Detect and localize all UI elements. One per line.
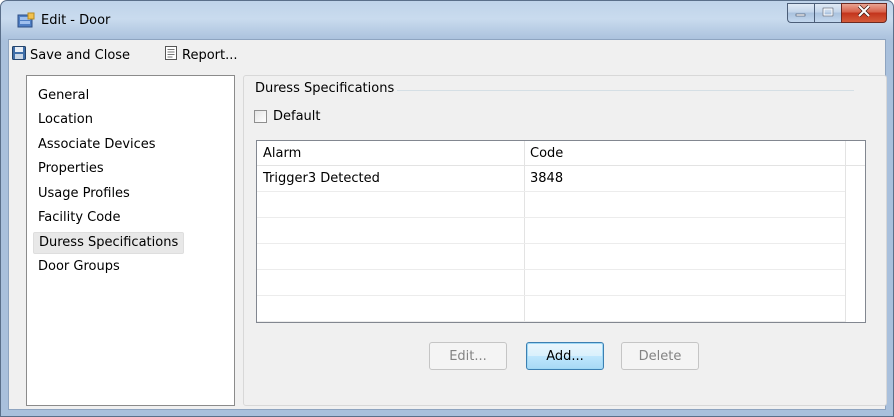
table-row-empty [257,270,845,296]
column-separator [845,141,846,322]
minimize-icon [795,6,807,21]
nav-item-duress-specifications[interactable]: Duress Specifications [33,232,185,254]
alarm-code-grid[interactable]: Alarm Code Trigger3 Detected 3848 [256,140,866,323]
caption-buttons [787,3,887,23]
maximize-button[interactable] [814,3,841,23]
toolbar: Save and Close Report... [9,40,885,68]
nav-item-associate-devices[interactable]: Associate Devices [33,134,161,156]
nav-item-location[interactable]: Location [33,109,98,131]
default-checkbox-row[interactable]: Default [254,109,321,124]
report-icon [164,46,178,64]
nav-item-door-groups[interactable]: Door Groups [33,256,125,278]
default-checkbox[interactable] [254,110,267,123]
door-app-icon [17,12,35,28]
close-button[interactable] [841,3,887,23]
default-checkbox-label: Default [273,109,321,124]
nav-item-properties[interactable]: Properties [33,158,109,180]
report-label: Report... [182,47,238,63]
maximize-icon [822,6,834,21]
cell-alarm: Trigger3 Detected [263,171,380,186]
table-row[interactable]: Trigger3 Detected 3848 [257,166,845,192]
nav-item-usage-profiles[interactable]: Usage Profiles [33,183,135,205]
window-title: Edit - Door [41,13,111,28]
table-row-empty [257,192,845,218]
grid-header: Alarm Code [257,141,865,166]
close-icon [857,4,871,21]
duress-specifications-panel: Duress Specifications Default Alarm Code… [243,75,887,406]
table-row-empty [257,296,845,322]
cell-code: 3848 [530,171,564,186]
table-row-empty [257,244,845,270]
nav-item-facility-code[interactable]: Facility Code [33,207,125,229]
nav-item-general[interactable]: General [33,85,94,107]
edit-door-window: Edit - Door Save and Close Report... Gen… [0,0,894,417]
column-header-code[interactable]: Code [524,141,845,166]
delete-button[interactable]: Delete [621,342,699,370]
window-client-area: Save and Close Report... General Locatio… [8,39,887,410]
navigation-list: General Location Associate Devices Prope… [26,75,235,406]
title-bar[interactable]: Edit - Door [1,1,893,39]
floppy-disk-icon [12,46,26,64]
report-button[interactable]: Report... [164,46,238,64]
add-button[interactable]: Add... [526,342,604,370]
group-title: Duress Specifications [252,81,398,96]
save-and-close-label: Save and Close [30,47,131,63]
save-and-close-button[interactable]: Save and Close [12,46,130,64]
table-row-empty [257,218,845,244]
minimize-button[interactable] [787,3,814,23]
column-header-alarm[interactable]: Alarm [257,141,524,166]
edit-button[interactable]: Edit... [429,342,507,370]
